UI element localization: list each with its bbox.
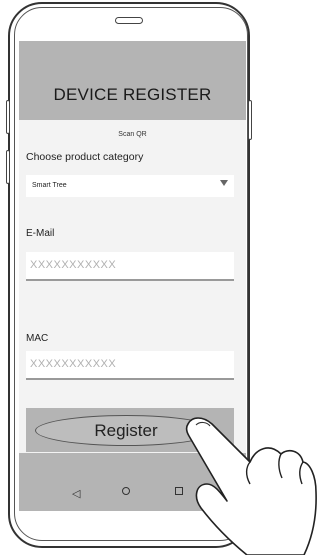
category-select[interactable]: Smart Tree (26, 175, 234, 197)
speaker-icon (115, 17, 143, 24)
category-label: Choose product category (26, 151, 144, 163)
dropdown-arrow-icon (220, 180, 228, 186)
register-area: Register (26, 408, 234, 452)
mac-label: MAC (26, 333, 49, 344)
recent-square-icon[interactable] (175, 487, 183, 495)
header-bar: DEVICE REGISTER (19, 41, 246, 120)
email-input[interactable] (30, 259, 225, 271)
power-button (248, 100, 252, 140)
mac-input[interactable] (30, 358, 225, 370)
page-title: DEVICE REGISTER (53, 85, 212, 104)
android-nav-bar: ◁ (19, 453, 246, 511)
volume-up-button (6, 100, 10, 134)
volume-down-button (6, 150, 10, 184)
back-triangle-icon[interactable]: ◁ (72, 487, 80, 500)
home-circle-icon[interactable] (122, 487, 130, 495)
app-screen: DEVICE REGISTER Scan QR Choose product c… (19, 41, 246, 511)
register-button[interactable]: Register (35, 415, 217, 446)
scan-qr-link[interactable]: Scan QR (19, 131, 246, 138)
email-field[interactable] (26, 252, 234, 281)
category-selected-value: Smart Tree (32, 182, 67, 189)
mac-field[interactable] (26, 351, 234, 380)
email-label: E-Mail (26, 228, 55, 239)
